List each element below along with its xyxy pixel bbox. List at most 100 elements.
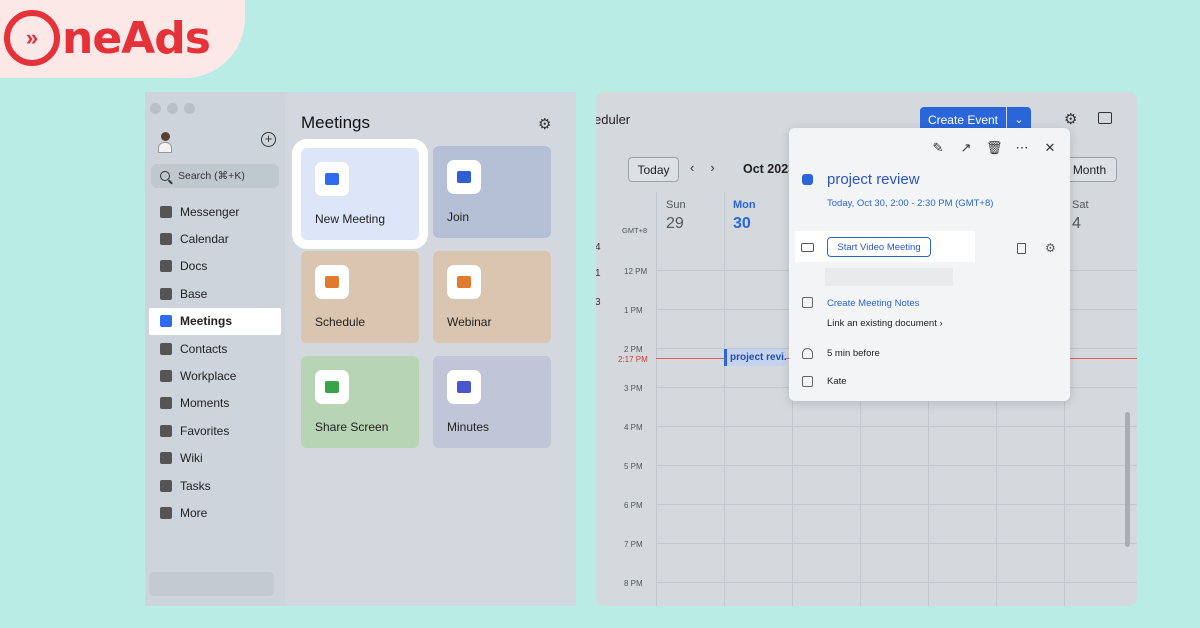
video-meeting-row: Start Video Meeting (795, 231, 975, 262)
share-icon[interactable]: ↗ (958, 140, 974, 156)
sidebar-item-meetings[interactable]: Meetings (149, 307, 281, 335)
minimize-window-button[interactable] (167, 103, 178, 114)
grid-icon (160, 506, 172, 519)
timezone-label: GMT+8 (622, 226, 648, 235)
avatar[interactable] (157, 132, 173, 154)
search-icon (160, 171, 170, 181)
docs-icon (160, 260, 172, 273)
sidebar-footer (149, 572, 274, 596)
share-screen-button[interactable]: Share Screen (301, 356, 419, 448)
minutes-icon (447, 370, 481, 404)
trash-icon[interactable]: 🗑 (986, 140, 1003, 156)
event-popup: ✎ ↗ 🗑 ⋯ ✕ project review Today, Oct 30, … (789, 128, 1070, 401)
time-label: 1 PM (624, 306, 643, 315)
sidebar-item-moments[interactable]: Moments (145, 390, 285, 417)
time-label: 6 PM (624, 501, 643, 510)
calendar-icon (160, 233, 172, 246)
month-view-button[interactable]: Month (1062, 157, 1117, 182)
base-icon (160, 287, 172, 300)
chevron-right-icon[interactable]: › (710, 160, 730, 175)
time-label: 3 PM (624, 384, 643, 393)
time-label: 8 PM (624, 579, 643, 588)
date-nav-arrows[interactable]: ‹› (690, 160, 731, 175)
time-label: 7 PM (624, 540, 643, 549)
calendar-icon (802, 376, 813, 387)
grid-line (656, 504, 1137, 505)
scrollbar[interactable] (1125, 412, 1130, 547)
copy-icon[interactable] (1017, 243, 1026, 254)
day-header-sun[interactable]: Sun 29 (666, 199, 686, 233)
workplace-icon (160, 370, 172, 383)
event-time: Today, Oct 30, 2:00 - 2:30 PM (GMT+8) (827, 198, 994, 209)
maximize-window-button[interactable] (184, 103, 195, 114)
edit-icon[interactable]: ✎ (930, 140, 946, 156)
sidebar-item-messenger[interactable]: Messenger (145, 198, 285, 225)
create-meeting-notes-link[interactable]: Create Meeting Notes (827, 298, 919, 309)
day-header-mon[interactable]: Mon 30 (733, 199, 756, 233)
minutes-button[interactable]: Minutes (433, 356, 551, 448)
star-icon (160, 424, 172, 437)
gear-icon[interactable]: ⚙ (1045, 241, 1056, 255)
podium-icon (447, 265, 481, 299)
time-label: 5 PM (624, 462, 643, 471)
new-meeting-button[interactable]: New Meeting (292, 139, 428, 249)
link-document-link[interactable]: Link an existing document › (827, 318, 943, 329)
document-icon (802, 297, 813, 308)
schedule-button[interactable]: Schedule (301, 251, 419, 343)
screen-share-icon (315, 370, 349, 404)
organizer-name: Kate (827, 376, 847, 387)
sidebar-item-docs[interactable]: Docs (145, 253, 285, 280)
calendar-icon (315, 265, 349, 299)
edge-number: 4 (596, 242, 601, 253)
search-input[interactable]: Search (⌘+K) (151, 164, 279, 188)
grid-line (656, 465, 1137, 466)
edge-number: 3 (596, 297, 601, 308)
contacts-icon (160, 342, 172, 355)
day-header-sat[interactable]: Sat 4 (1072, 199, 1089, 233)
time-label: 12 PM (624, 267, 648, 276)
settings-gear-icon[interactable]: ⚙ (1064, 110, 1077, 128)
close-icon[interactable]: ✕ (1042, 140, 1058, 156)
meetings-panel: Meetings ⚙ New Meeting Join Schedule Web… (285, 97, 576, 601)
close-window-button[interactable] (150, 103, 161, 114)
sidebar-item-wiki[interactable]: Wiki (145, 445, 285, 472)
search-placeholder: Search (⌘+K) (178, 170, 245, 182)
sidebar-item-more[interactable]: More (145, 499, 285, 526)
sidebar-item-favorites[interactable]: Favorites (145, 417, 285, 444)
more-icon[interactable]: ⋯ (1014, 140, 1030, 156)
add-circle-icon[interactable]: + (261, 132, 276, 147)
today-button[interactable]: Today (628, 157, 679, 182)
page-title: Meetings (301, 113, 370, 132)
sidebar-item-tasks[interactable]: Tasks (145, 472, 285, 499)
window-title: eduler (596, 112, 631, 127)
oneads-logo: » neAds (4, 10, 211, 66)
sidebar-item-calendar[interactable]: Calendar (145, 225, 285, 252)
sidebar-item-base[interactable]: Base (145, 280, 285, 307)
calendar-event[interactable]: project revi... (724, 349, 786, 366)
placeholder-block (825, 268, 953, 286)
start-video-meeting-button[interactable]: Start Video Meeting (827, 237, 931, 257)
check-icon (160, 479, 172, 492)
plus-square-icon (447, 160, 481, 194)
time-label: 2 PM (624, 345, 643, 354)
grid-line (656, 582, 1137, 583)
popup-toolbar: ✎ ↗ 🗑 ⋯ ✕ (930, 140, 1058, 156)
event-title: project review (827, 171, 920, 188)
webinar-button[interactable]: Webinar (433, 251, 551, 343)
event-color-dot (802, 174, 813, 185)
sidebar-item-contacts[interactable]: Contacts (145, 335, 285, 362)
sidebar-item-workplace[interactable]: Workplace (145, 362, 285, 389)
sidebar: + Search (⌘+K) Messenger Calendar Docs B… (145, 92, 285, 606)
window-popout-icon[interactable] (1098, 112, 1112, 124)
moments-icon (160, 397, 172, 410)
chevron-left-icon[interactable]: ‹ (690, 160, 710, 175)
meetings-window: + Search (⌘+K) Messenger Calendar Docs B… (145, 92, 576, 606)
sidebar-nav: Messenger Calendar Docs Base Meetings Co… (145, 198, 285, 527)
messenger-icon (160, 205, 172, 218)
video-camera-icon (801, 243, 814, 252)
month-label: Oct 2023 (743, 162, 796, 176)
time-label: 4 PM (624, 423, 643, 432)
gear-icon[interactable]: ⚙ (538, 115, 551, 133)
window-controls (150, 103, 195, 114)
join-button[interactable]: Join (433, 146, 551, 238)
